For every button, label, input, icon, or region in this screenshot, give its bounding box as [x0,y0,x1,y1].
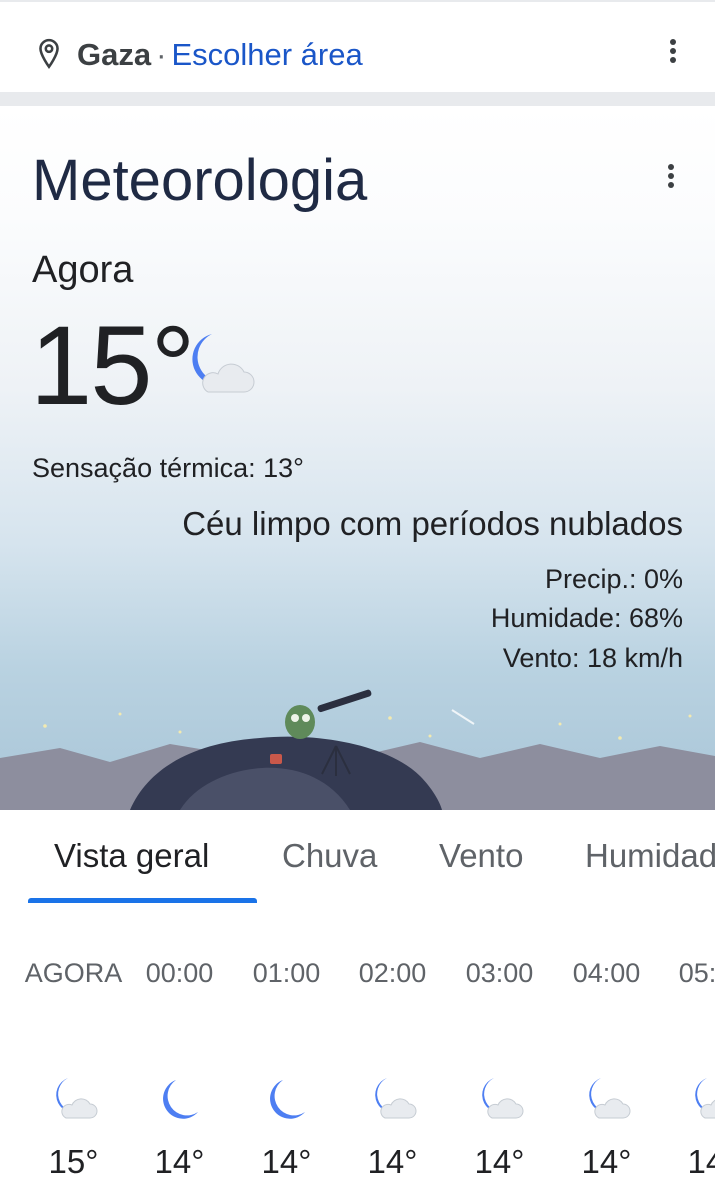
weather-more-options-icon[interactable] [659,156,683,196]
hour-time: AGORA [24,958,123,988]
choose-area-link[interactable]: Escolher área [171,37,362,72]
moon-cloud-icon [695,1078,715,1119]
weather-title: Meteorologia [32,148,368,213]
now-label: Agora [32,249,134,291]
tab-wind[interactable]: Vento [439,836,523,876]
moon-cloud-icon [482,1078,524,1119]
moon-cloud-icon [589,1078,631,1119]
current-temperature: 15° [30,303,195,428]
hour-time: 03:00 [465,958,534,988]
moon-cloud-icon [375,1078,417,1119]
hour-temperature: 15° [48,1143,99,1180]
tab-overview[interactable]: Vista geral [54,836,209,876]
location-pin-icon [39,38,59,69]
location-text: Gaza · Escolher área [77,36,363,74]
feels-like: Sensação térmica: 13° [32,453,304,483]
hour-temperature: 14° [474,1143,525,1180]
tab-humidity[interactable]: Humidade [585,836,715,876]
humidity: Humidade: 68% [490,603,683,633]
moon-icon [163,1080,198,1119]
hour-temperature: 14° [261,1143,312,1180]
hour-time: 05:00 [678,958,715,988]
moon-icon [270,1080,305,1119]
section-divider [0,92,715,106]
location-more-options-icon[interactable] [661,31,685,71]
precipitation: Precip.: 0% [544,564,683,594]
hour-temperature: 14° [687,1143,715,1180]
active-tab-indicator [28,898,257,903]
hour-temperature: 14° [581,1143,632,1180]
hour-temperature: 14° [154,1143,205,1180]
night-scene-illustration [0,689,715,810]
location-separator: · [156,37,167,72]
condition-summary: Céu limpo com períodos nublados [182,505,683,542]
weather-card: Meteorologia Agora 15° Sensação térmica:… [0,106,715,810]
location-city: Gaza [77,37,152,72]
tab-rain[interactable]: Chuva [282,836,377,876]
hour-time: 00:00 [145,958,214,988]
moon-cloud-icon [56,1078,98,1119]
moon-cloud-icon [192,334,255,393]
hour-temperature: 14° [367,1143,418,1180]
hour-time: 04:00 [572,958,641,988]
hour-time: 01:00 [252,958,321,988]
hour-time: 02:00 [358,958,427,988]
location-bar: Gaza · Escolher área [0,0,715,94]
hourly-forecast[interactable]: AGORA 15° 00:00 14° 01:00 14° 02:00 14° … [0,904,715,1200]
weather-tabs: Vista geral Chuva Vento Humidade [0,810,715,906]
